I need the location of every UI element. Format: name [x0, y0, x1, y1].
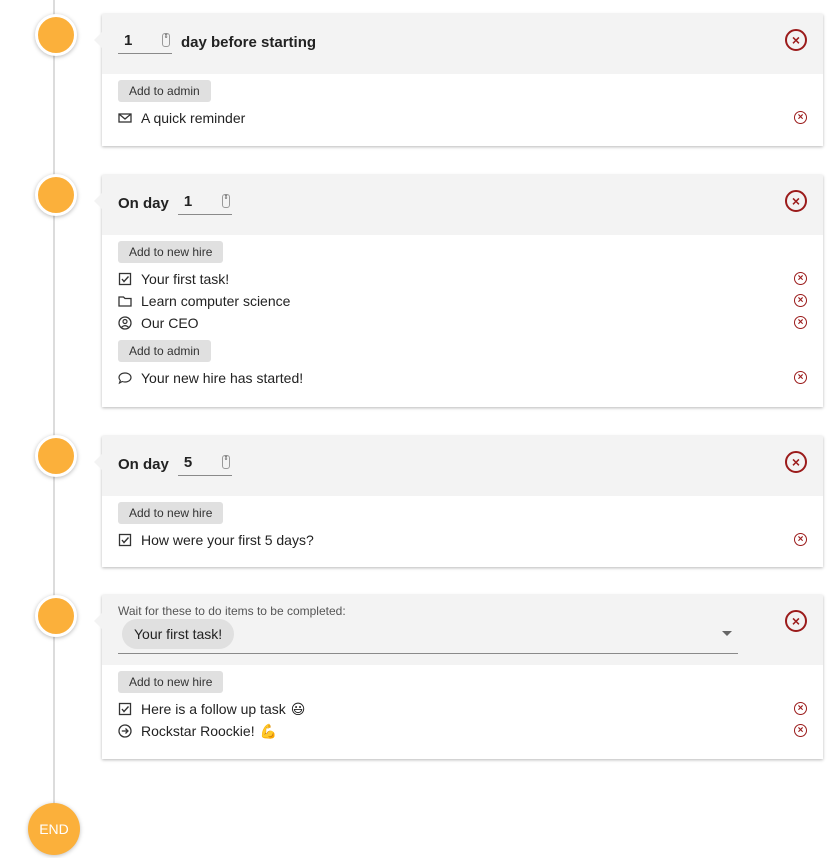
list-item[interactable]: Here is a follow up task 😃 ×	[118, 698, 807, 720]
number-spinner-icon[interactable]: ⇕	[221, 455, 230, 469]
step-header: 1 ⇕ day before starting ×	[102, 14, 823, 74]
folder-icon	[118, 294, 132, 308]
days-number-value: 5	[183, 454, 193, 471]
remove-step-icon[interactable]: ×	[785, 451, 807, 473]
chat-bubble-icon	[118, 371, 132, 385]
add-to-new-hire-button[interactable]: Add to new hire	[118, 241, 224, 263]
timeline-dot	[35, 14, 77, 56]
list-item[interactable]: Your first task! ×	[118, 268, 807, 290]
timeline-end-marker: END	[28, 803, 80, 855]
list-item-label: Your first task!	[141, 271, 230, 287]
wait-for-label: Wait for these to do items to be complet…	[118, 604, 346, 618]
remove-item-icon[interactable]: ×	[794, 111, 807, 124]
step-prefix-label: On day	[118, 194, 169, 212]
flexed-biceps-emoji: 💪	[259, 722, 278, 739]
list-item[interactable]: Your new hire has started! ×	[118, 367, 807, 389]
list-item-label: Rockstar Roockie!	[141, 723, 255, 739]
list-item[interactable]: How were your first 5 days? ×	[118, 529, 807, 551]
checkbox-icon	[118, 272, 132, 286]
step-body: Add to admin A quick reminder ×	[102, 74, 823, 137]
list-item-label: Our CEO	[141, 315, 199, 331]
list-item-label: Here is a follow up task	[141, 701, 286, 717]
step-card: Wait for these to do items to be complet…	[94, 595, 823, 759]
step-body: Add to new hire How were your first 5 da…	[102, 496, 823, 559]
days-number-input[interactable]: 1 ⇕	[177, 191, 232, 215]
add-to-new-hire-button[interactable]: Add to new hire	[118, 671, 224, 693]
list-item-label: A quick reminder	[141, 110, 246, 126]
todo-items-select[interactable]: Your first task!	[118, 617, 738, 654]
remove-item-icon[interactable]: ×	[794, 316, 807, 329]
step-days-row: 1 ⇕ day before starting	[118, 30, 316, 54]
list-item-label: Learn computer science	[141, 293, 291, 309]
remove-item-icon[interactable]: ×	[794, 371, 807, 384]
add-to-admin-button[interactable]: Add to admin	[118, 340, 211, 362]
step-prefix-label: On day	[118, 455, 169, 473]
list-item-label: How were your first 5 days?	[141, 532, 314, 548]
checkbox-icon	[118, 702, 132, 716]
remove-item-icon[interactable]: ×	[794, 702, 807, 715]
days-number-value: 1	[124, 32, 133, 49]
days-number-value: 1	[183, 193, 193, 210]
timeline-dot	[35, 595, 77, 637]
timeline-dot	[35, 174, 77, 216]
remove-item-icon[interactable]: ×	[794, 294, 807, 307]
step-days-row: On day 5 ⇕	[118, 452, 232, 476]
add-to-admin-button[interactable]: Add to admin	[118, 80, 211, 102]
step-card: 1 ⇕ day before starting × Add to admin A…	[94, 14, 823, 146]
step-card: On day 5 ⇕ × Add to new hire How were yo…	[94, 436, 823, 567]
days-number-input[interactable]: 5 ⇕	[177, 452, 232, 476]
step-body: Add to new hire Your first task! × Learn…	[102, 235, 823, 397]
list-item[interactable]: Learn computer science ×	[118, 290, 807, 312]
step-header: On day 5 ⇕ ×	[102, 436, 823, 496]
remove-step-icon[interactable]: ×	[785, 190, 807, 212]
remove-item-icon[interactable]: ×	[794, 724, 807, 737]
step-suffix-label: day before starting	[181, 33, 317, 51]
step-body: Add to new hire Here is a follow up task…	[102, 665, 823, 750]
chevron-down-icon[interactable]	[722, 631, 732, 636]
add-to-new-hire-button[interactable]: Add to new hire	[118, 502, 224, 524]
days-number-input[interactable]: 1 ⇕	[118, 30, 172, 54]
timeline-line	[53, 0, 55, 820]
list-item[interactable]: A quick reminder ×	[118, 107, 807, 129]
remove-item-icon[interactable]: ×	[794, 272, 807, 285]
arrow-circle-icon	[118, 724, 132, 738]
list-item-label: Your new hire has started!	[141, 370, 304, 386]
smiley-emoji: 😃	[290, 700, 306, 717]
list-item[interactable]: Rockstar Roockie! 💪 ×	[118, 720, 807, 742]
remove-step-icon[interactable]: ×	[785, 29, 807, 51]
number-spinner-icon[interactable]: ⇕	[221, 194, 230, 208]
selected-todo-chip[interactable]: Your first task!	[122, 619, 235, 649]
list-item[interactable]: Our CEO ×	[118, 312, 807, 334]
remove-item-icon[interactable]: ×	[794, 533, 807, 546]
remove-step-icon[interactable]: ×	[785, 610, 807, 632]
step-card: On day 1 ⇕ × Add to new hire Your first …	[94, 175, 823, 407]
timeline-dot	[35, 435, 77, 477]
step-days-row: On day 1 ⇕	[118, 191, 232, 215]
number-spinner-icon[interactable]: ⇕	[162, 33, 170, 47]
checkbox-icon	[118, 533, 132, 547]
step-header: On day 1 ⇕ ×	[102, 175, 823, 235]
envelope-icon	[118, 111, 132, 125]
user-circle-icon	[118, 316, 132, 330]
step-header: Wait for these to do items to be complet…	[102, 595, 823, 665]
